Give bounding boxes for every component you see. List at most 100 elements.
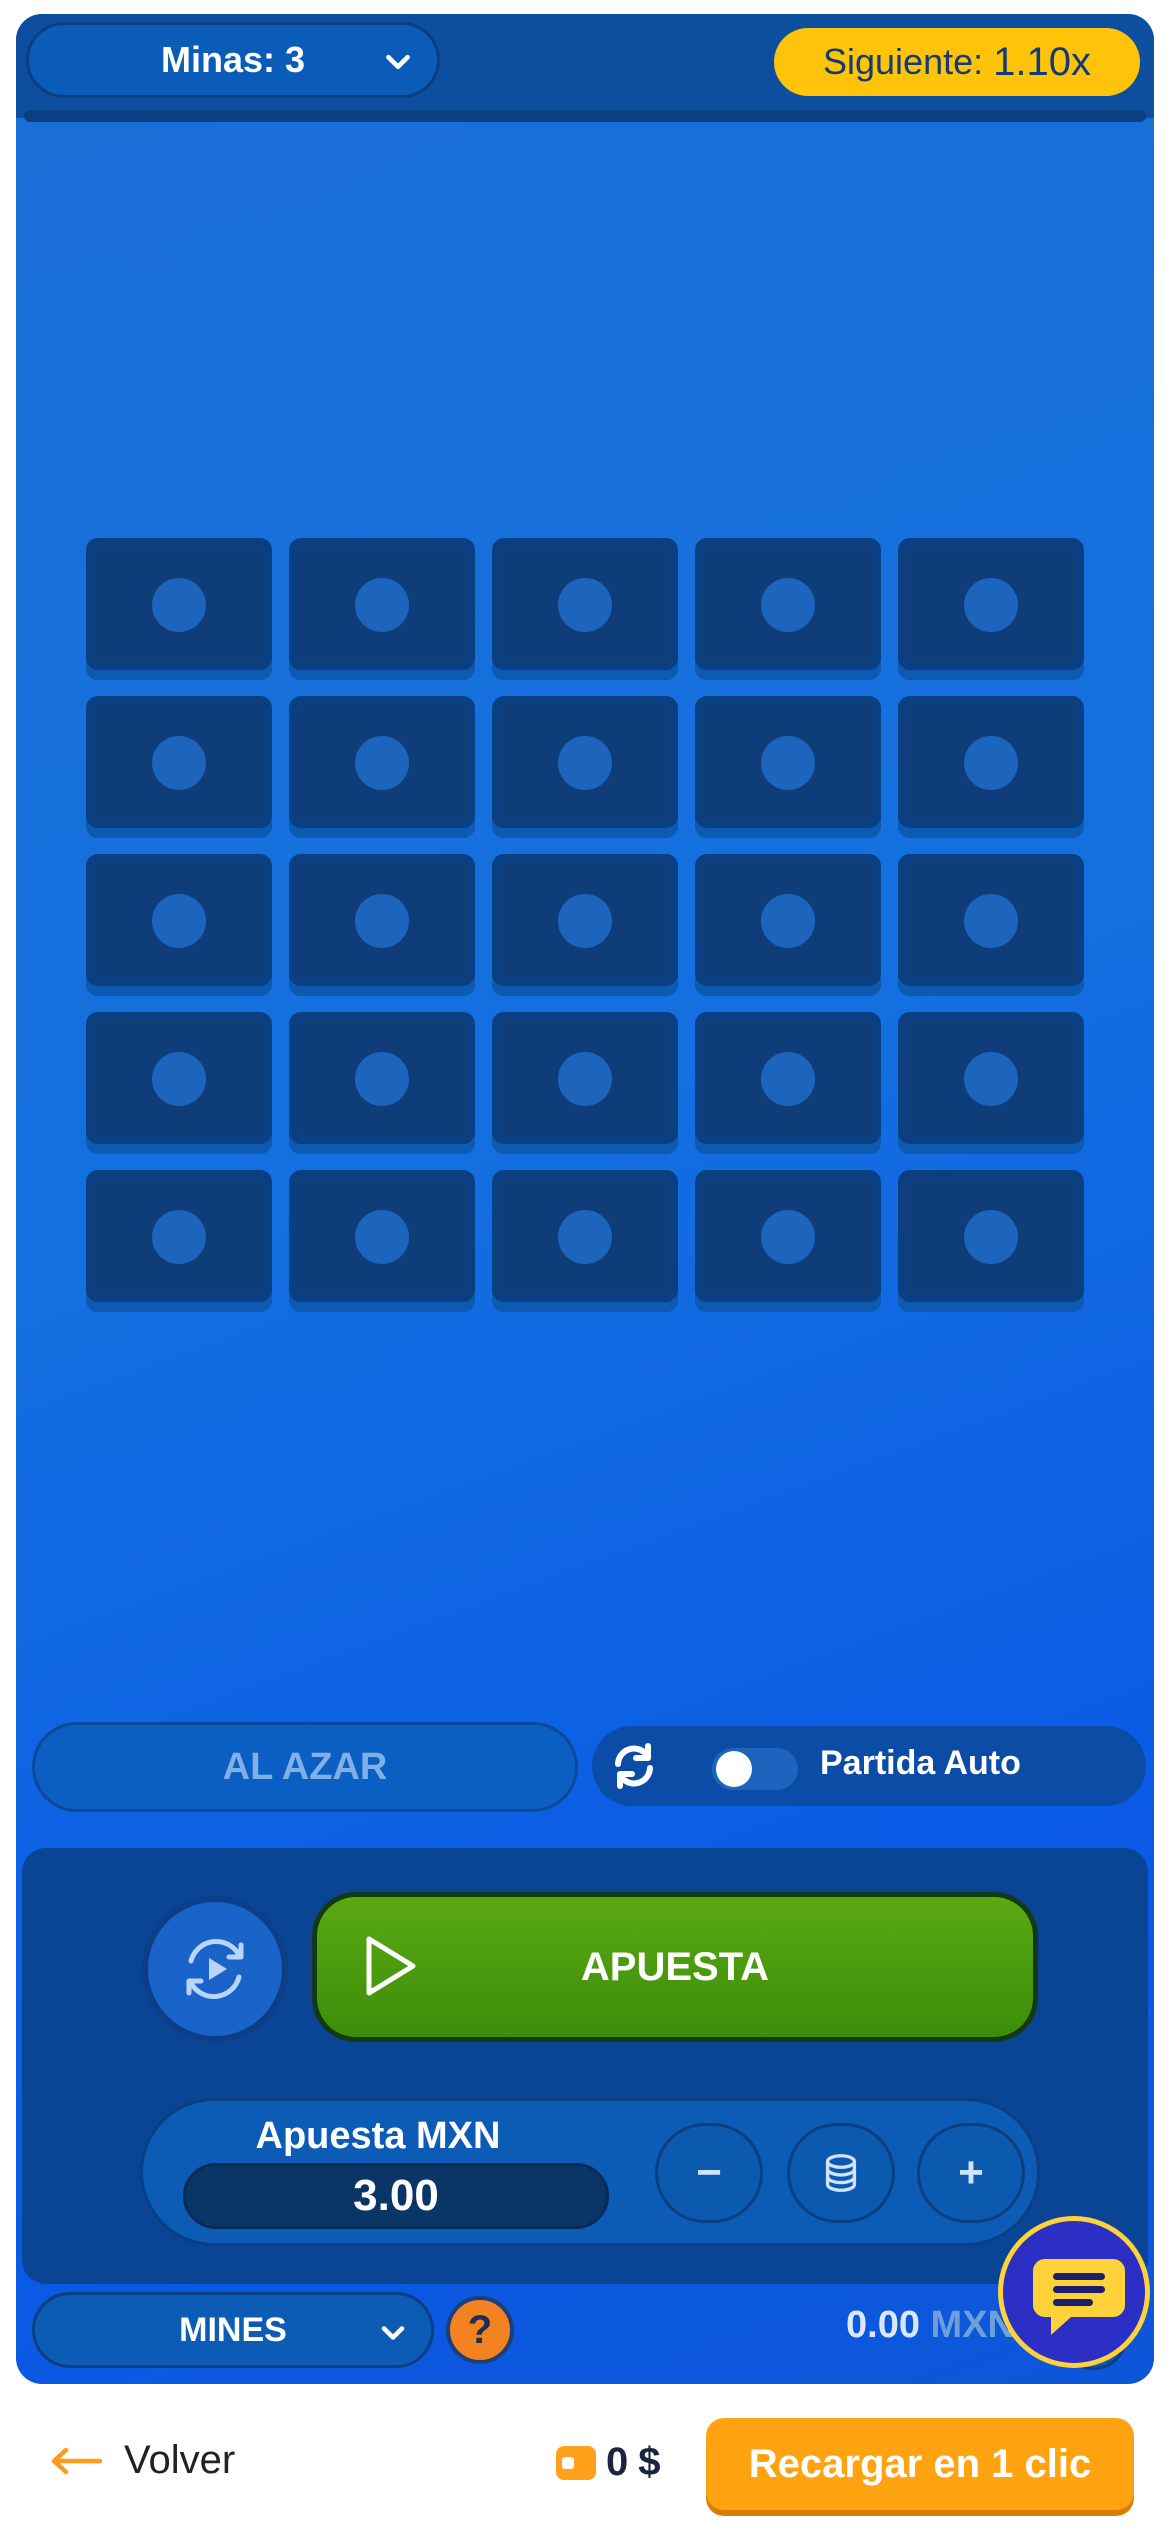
chevron-down-icon: [381, 2326, 405, 2340]
auto-play-label: Partida Auto: [820, 1744, 1021, 1782]
mine-tile[interactable]: [492, 696, 678, 838]
auto-play-toggle[interactable]: [712, 1748, 798, 1790]
mine-tile[interactable]: [492, 854, 678, 996]
tile-dot-icon: [558, 578, 612, 632]
game-frame: Minas: 3 Siguiente: 1.10x AL AZAR Partid…: [16, 14, 1154, 2384]
mine-tile[interactable]: [289, 1170, 475, 1312]
chat-icon: [1033, 2259, 1125, 2335]
tile-dot-icon: [964, 1210, 1018, 1264]
mine-tile[interactable]: [86, 696, 272, 838]
random-pick-label: AL AZAR: [222, 1745, 388, 1788]
mine-tile[interactable]: [695, 696, 881, 838]
mine-tile[interactable]: [898, 1170, 1084, 1312]
play-icon: [366, 1936, 416, 1996]
stake-input[interactable]: 3.00: [183, 2163, 609, 2229]
bottom-bar: Volver 0 $ Recargar en 1 clic: [0, 2398, 1170, 2532]
bet-button[interactable]: APUESTA: [312, 1892, 1038, 2042]
game-balance: 0.00 MXN: [846, 2304, 1015, 2347]
tile-dot-icon: [355, 736, 409, 790]
tile-dot-icon: [152, 1210, 206, 1264]
tile-dot-icon: [355, 1210, 409, 1264]
stake-label: Apuesta MXN: [255, 2115, 501, 2157]
chat-button[interactable]: [998, 2216, 1150, 2368]
tile-dot-icon: [355, 1052, 409, 1106]
tile-dot-icon: [964, 736, 1018, 790]
tile-dot-icon: [152, 1052, 206, 1106]
next-multiplier-value: 1.10x: [993, 39, 1091, 84]
mine-tile[interactable]: [695, 538, 881, 680]
random-pick-button[interactable]: AL AZAR: [32, 1722, 578, 1812]
mine-tile[interactable]: [898, 538, 1084, 680]
mine-tile[interactable]: [289, 538, 475, 680]
help-label: ?: [467, 2307, 493, 2352]
progress-track: [24, 110, 1146, 122]
game-balance-value: 0.00: [846, 2304, 920, 2346]
recharge-label: Recargar en 1 clic: [748, 2441, 1092, 2486]
wallet-icon: [556, 2445, 596, 2480]
tile-dot-icon: [558, 736, 612, 790]
replay-icon: [186, 1938, 244, 2000]
next-multiplier-badge: Siguiente: 1.10x: [774, 28, 1140, 96]
wallet-balance: 0 $: [556, 2440, 661, 2485]
decrease-stake-button[interactable]: −: [655, 2123, 763, 2223]
mine-tile[interactable]: [898, 696, 1084, 838]
mines-count-label: Minas: 3: [160, 39, 306, 80]
tile-dot-icon: [761, 736, 815, 790]
tile-dot-icon: [152, 894, 206, 948]
tile-dot-icon: [152, 578, 206, 632]
tile-dot-icon: [558, 1210, 612, 1264]
mine-tile[interactable]: [86, 854, 272, 996]
bet-control-panel: APUESTA Apuesta MXN 3.00 − +: [22, 1848, 1148, 2284]
plus-icon: +: [958, 2148, 984, 2197]
stake-presets-button[interactable]: [787, 2123, 895, 2223]
toggle-knob: [716, 1751, 752, 1787]
mine-tile[interactable]: [695, 1170, 881, 1312]
tile-dot-icon: [355, 578, 409, 632]
mine-tile[interactable]: [289, 1012, 475, 1154]
refresh-icon[interactable]: [604, 1736, 664, 1796]
top-bar: Minas: 3 Siguiente: 1.10x: [16, 14, 1154, 118]
auto-play-panel: Partida Auto: [592, 1726, 1146, 1806]
mine-tile[interactable]: [492, 1012, 678, 1154]
tile-dot-icon: [355, 894, 409, 948]
mine-tile[interactable]: [86, 1170, 272, 1312]
bet-button-label: APUESTA: [580, 1944, 770, 1989]
tile-dot-icon: [761, 1210, 815, 1264]
mine-tile[interactable]: [289, 696, 475, 838]
minus-icon: −: [696, 2148, 722, 2197]
chevron-down-icon: [386, 54, 410, 70]
arrow-left-icon: [51, 2447, 102, 2474]
stake-value: 3.00: [353, 2171, 439, 2220]
back-link[interactable]: Volver: [50, 2438, 235, 2483]
mine-tile[interactable]: [898, 1012, 1084, 1154]
mine-tile[interactable]: [86, 538, 272, 680]
tile-dot-icon: [964, 894, 1018, 948]
wallet-currency: $: [638, 2440, 661, 2484]
stake-panel: Apuesta MXN 3.00 − +: [140, 2098, 1040, 2246]
tile-dot-icon: [964, 1052, 1018, 1106]
game-select[interactable]: MINES: [32, 2292, 434, 2368]
replay-button[interactable]: [142, 1896, 288, 2042]
mines-grid: [86, 538, 1084, 1312]
mine-tile[interactable]: [492, 1170, 678, 1312]
help-icon[interactable]: ?: [446, 2296, 514, 2364]
coins-icon: [825, 2154, 857, 2192]
back-label: Volver: [124, 2438, 236, 2482]
tile-dot-icon: [761, 578, 815, 632]
mine-tile[interactable]: [695, 854, 881, 996]
next-label: Siguiente:: [823, 41, 984, 82]
tile-dot-icon: [558, 1052, 612, 1106]
tile-dot-icon: [558, 894, 612, 948]
mine-tile[interactable]: [492, 538, 678, 680]
mine-tile[interactable]: [695, 1012, 881, 1154]
mine-tile[interactable]: [898, 854, 1084, 996]
mine-tile[interactable]: [289, 854, 475, 996]
game-select-label: MINES: [179, 2310, 287, 2349]
recharge-button[interactable]: Recargar en 1 clic: [706, 2418, 1134, 2510]
wallet-amount: 0: [606, 2440, 629, 2484]
mines-count-select[interactable]: Minas: 3: [26, 22, 440, 98]
tile-dot-icon: [761, 1052, 815, 1106]
mine-tile[interactable]: [86, 1012, 272, 1154]
tile-dot-icon: [152, 736, 206, 790]
increase-stake-button[interactable]: +: [917, 2123, 1025, 2223]
